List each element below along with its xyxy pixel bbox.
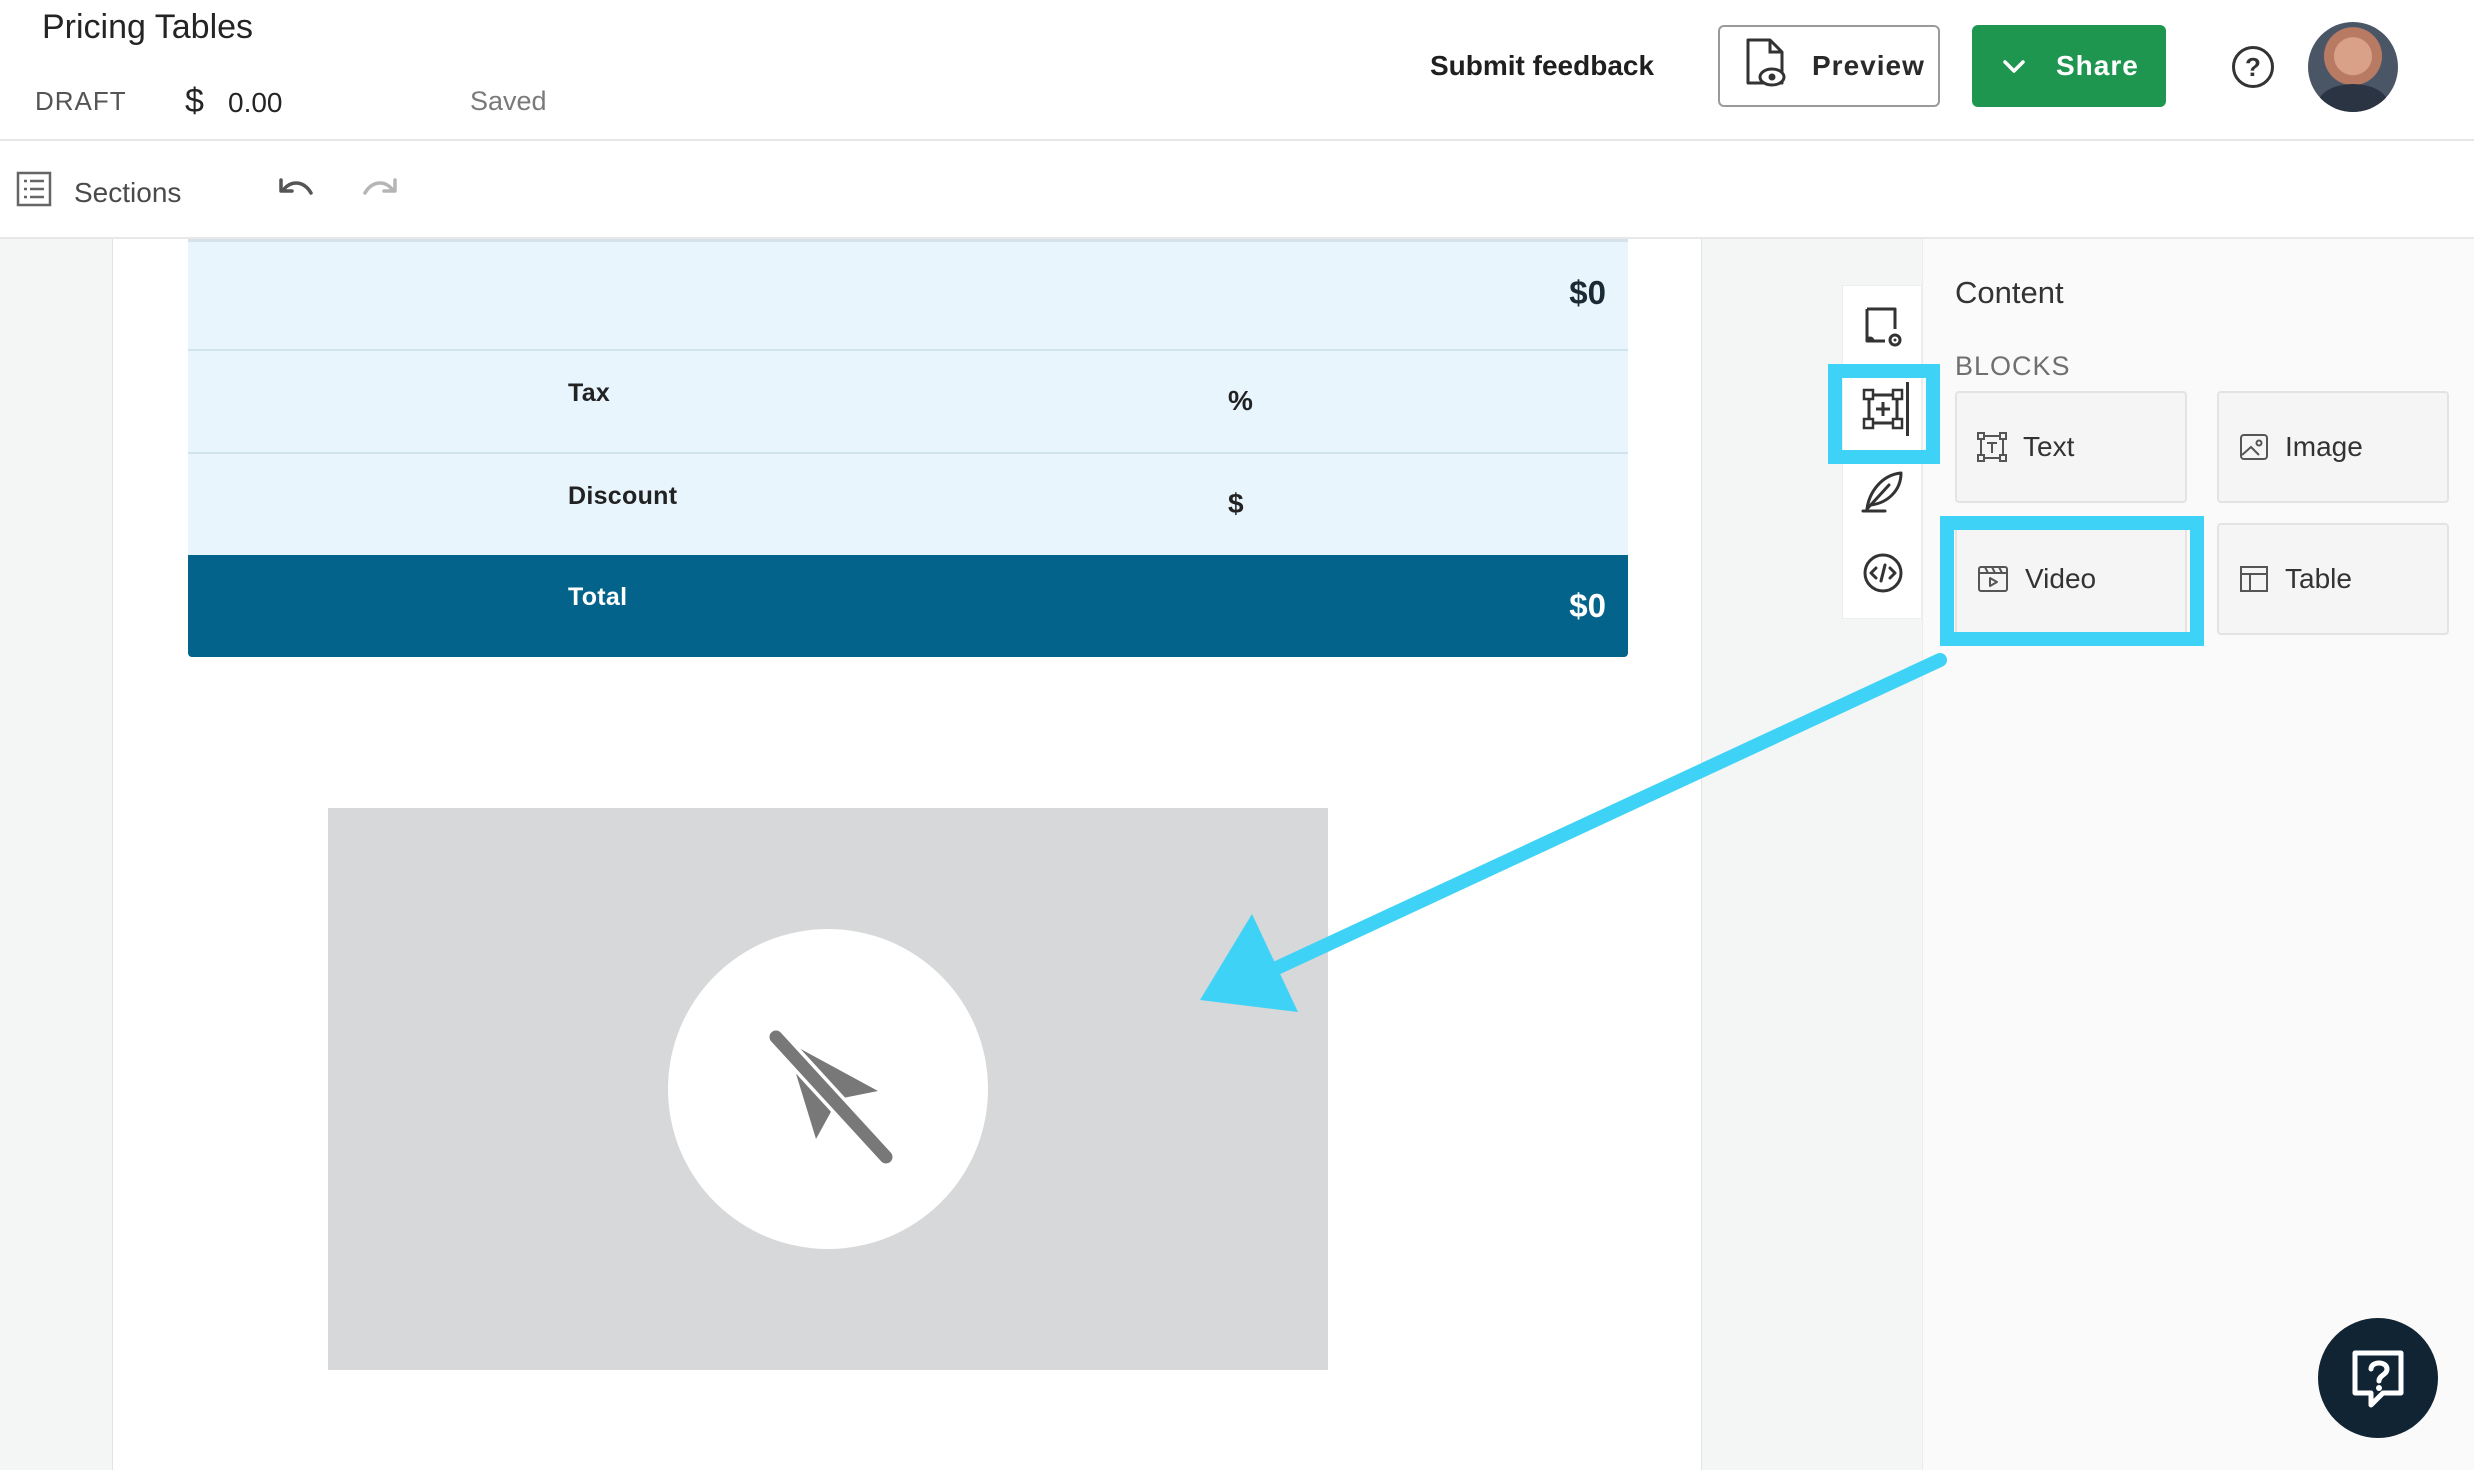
preview-button-label: Preview [1812, 50, 1925, 81]
design-button[interactable] [1843, 450, 1923, 532]
undo-button[interactable] [276, 175, 316, 207]
document-settings-icon [1865, 307, 1902, 347]
top-header: Pricing Tables DRAFT $ 0.00 Saved Submit… [0, 0, 2474, 141]
image-block-label: Image [2285, 431, 2363, 462]
table-block-button[interactable]: Table [2217, 523, 2449, 635]
document-page: $0 Tax % Discount $ Total $0 [112, 239, 1702, 1470]
editor-toolbar: Sections [0, 141, 2474, 239]
code-icon [1863, 553, 1903, 593]
text-block-label: Text [2023, 431, 2075, 462]
list-icon [16, 171, 52, 214]
pricing-discount-row[interactable]: Discount $ [188, 452, 1628, 555]
document-settings-button[interactable] [1843, 286, 1923, 368]
sections-button[interactable]: Sections [16, 171, 181, 214]
video-block-button[interactable]: Video [1955, 523, 2187, 635]
pricing-table[interactable]: $0 Tax % Discount $ Total $0 [188, 239, 1628, 657]
total-value: $0 [1569, 587, 1606, 624]
chat-support-button[interactable] [2318, 1318, 2438, 1438]
tax-label: Tax [568, 379, 611, 407]
share-button[interactable]: Share [1972, 25, 2166, 107]
user-avatar[interactable] [2308, 22, 2398, 112]
document-currency-symbol: $ [185, 82, 204, 120]
pricing-subtotal-row[interactable]: $0 [188, 239, 1628, 349]
document-status-badge: DRAFT [35, 86, 127, 116]
chevron-down-icon [2002, 50, 2026, 82]
feather-icon [1861, 471, 1903, 513]
tool-rail [1842, 285, 1922, 619]
video-placeholder[interactable] [328, 808, 1328, 1370]
table-block-icon [2240, 566, 2268, 592]
submit-feedback-button[interactable]: Submit feedback [1430, 50, 1654, 82]
video-block-icon [1978, 566, 2008, 592]
pricing-total-row[interactable]: Total $0 [188, 555, 1628, 657]
discount-label: Discount [568, 482, 678, 510]
content-panel: Content BLOCKS Text Image Video Table [1922, 239, 2474, 1470]
panel-title: Content [1955, 275, 2064, 310]
save-status: Saved [470, 86, 547, 116]
document-amount: 0.00 [228, 87, 283, 118]
add-content-icon [1862, 388, 1904, 430]
image-block-icon [2240, 434, 2268, 460]
active-tab-indicator [1906, 382, 1909, 436]
no-video-icon [766, 1027, 896, 1167]
image-block-button[interactable]: Image [2217, 391, 2449, 503]
video-block-label: Video [2025, 563, 2097, 594]
redo-button[interactable] [360, 175, 400, 207]
sections-label: Sections [74, 176, 182, 208]
text-block-icon [1977, 432, 2007, 462]
video-placeholder-circle [668, 929, 988, 1249]
pricing-tax-row[interactable]: Tax % [188, 349, 1628, 452]
add-content-button[interactable] [1843, 368, 1923, 450]
avatar-shirt [2318, 84, 2388, 112]
table-block-label: Table [2285, 563, 2352, 594]
help-icon[interactable]: ? [2232, 46, 2274, 88]
text-block-button[interactable]: Text [1955, 391, 2187, 503]
blocks-section-label: BLOCKS [1955, 351, 2071, 381]
subtotal-value: $0 [1569, 274, 1606, 311]
embed-code-button[interactable] [1843, 532, 1923, 614]
tax-unit: % [1228, 385, 1253, 416]
redo-icon [363, 178, 397, 195]
total-label: Total [568, 583, 628, 611]
document-title[interactable]: Pricing Tables [42, 8, 253, 47]
document-preview-icon [1742, 37, 1790, 96]
share-button-label: Share [2056, 50, 2139, 81]
preview-button[interactable]: Preview [1718, 25, 1940, 107]
chat-icon [2352, 1350, 2404, 1408]
editor-canvas: $0 Tax % Discount $ Total $0 [0, 239, 1922, 1470]
undo-icon [279, 178, 313, 195]
discount-unit: $ [1228, 488, 1244, 519]
